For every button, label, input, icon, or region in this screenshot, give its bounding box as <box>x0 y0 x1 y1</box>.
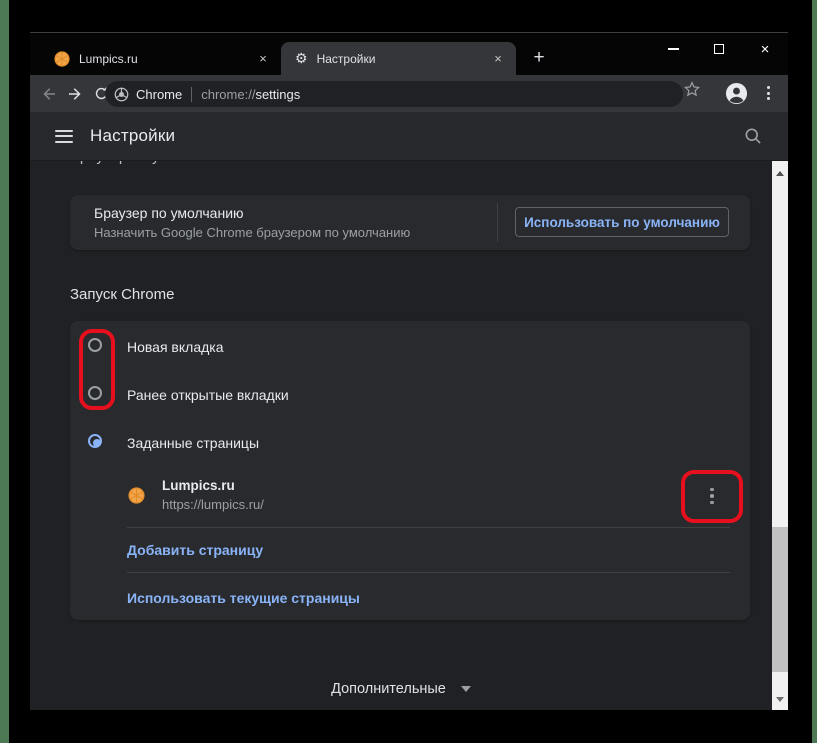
card-subtitle: Назначить Google Chrome браузером по умо… <box>94 225 410 240</box>
desktop-wallpaper-left <box>0 0 9 743</box>
bookmark-button[interactable] <box>683 80 701 103</box>
back-arrow-icon <box>40 85 58 103</box>
chevron-down-icon <box>461 686 471 692</box>
startup-section-heading: Запуск Chrome <box>70 286 174 303</box>
radio-new-tab[interactable] <box>88 338 102 352</box>
lumpics-orange-icon <box>54 51 70 67</box>
startup-card: Новая вкладка Ранее открытые вкладки Зад… <box>70 321 750 620</box>
omnibox-site-label: Chrome <box>136 87 182 102</box>
radio-label-specific-pages[interactable]: Заданные страницы <box>127 435 259 451</box>
back-button[interactable] <box>36 81 62 107</box>
advanced-toggle[interactable]: Дополнительные <box>30 679 772 699</box>
minimize-button[interactable] <box>650 33 696 65</box>
close-window-button[interactable]: × <box>742 33 788 65</box>
page-title: Настройки <box>90 126 175 146</box>
add-page-link[interactable]: Добавить страницу <box>127 542 263 558</box>
tab-strip: Lumpics.ru × ⚙ Настройки × + × <box>30 32 788 75</box>
three-dots-icon <box>767 86 770 89</box>
new-tab-button[interactable]: + <box>525 44 553 72</box>
scroll-down-icon[interactable] <box>776 697 784 702</box>
settings-content: Браузер по умолчанию Браузер по умолчани… <box>30 161 788 710</box>
browser-toolbar: Chrome chrome://settings <box>30 75 788 112</box>
forward-button[interactable] <box>62 81 88 107</box>
use-current-pages-link[interactable]: Использовать текущие страницы <box>127 590 360 606</box>
row-divider <box>127 572 730 573</box>
scrollbar-thumb[interactable] <box>772 527 788 672</box>
tab-close-icon[interactable]: × <box>489 50 507 68</box>
desktop-wallpaper-right <box>812 0 817 743</box>
forward-arrow-icon <box>66 85 84 103</box>
hamburger-icon <box>55 130 73 132</box>
omnibox-separator <box>191 87 192 102</box>
tab-lumpics[interactable]: Lumpics.ru × <box>38 42 281 75</box>
maximize-button[interactable] <box>696 33 742 65</box>
maximize-icon <box>714 44 724 54</box>
omnibox-url-scheme: chrome:// <box>201 87 255 102</box>
settings-header: Настройки <box>30 112 788 161</box>
omnibox-url-path: settings <box>255 87 300 102</box>
chrome-logo-icon <box>114 87 129 102</box>
lumpics-orange-icon <box>128 487 145 504</box>
star-icon <box>683 80 701 98</box>
tab-settings[interactable]: ⚙ Настройки × <box>281 42 516 75</box>
minimize-icon <box>668 48 679 50</box>
clipped-section-heading: Браузер по умолчанию <box>70 161 370 168</box>
browser-menu-button[interactable] <box>756 80 780 106</box>
settings-search-button[interactable] <box>743 126 763 151</box>
tab-title: Настройки <box>317 52 489 66</box>
red-annotation-kebab <box>681 470 743 523</box>
radio-label-previous-tabs[interactable]: Ранее открытые вкладки <box>127 387 289 403</box>
avatar-icon <box>725 82 748 105</box>
make-default-button[interactable]: Использовать по умолчанию <box>515 207 729 237</box>
page-entry-url: https://lumpics.ru/ <box>162 497 264 512</box>
chrome-window: Lumpics.ru × ⚙ Настройки × + × <box>30 32 788 710</box>
tab-title: Lumpics.ru <box>79 52 254 66</box>
page-entry-title: Lumpics.ru <box>162 478 235 493</box>
default-browser-card: Браузер по умолчанию Назначить Google Ch… <box>70 195 750 250</box>
advanced-label: Дополнительные <box>331 681 446 697</box>
radio-specific-pages[interactable] <box>88 434 102 448</box>
scrollbar[interactable] <box>772 161 788 710</box>
scroll-up-icon[interactable] <box>776 171 784 176</box>
profile-button[interactable] <box>722 79 750 107</box>
tab-close-icon[interactable]: × <box>254 50 272 68</box>
hamburger-menu-button[interactable] <box>55 130 73 143</box>
radio-previous-tabs[interactable] <box>88 386 102 400</box>
radio-label-new-tab[interactable]: Новая вкладка <box>127 339 224 355</box>
address-bar[interactable]: Chrome chrome://settings <box>105 81 683 107</box>
search-icon <box>743 126 763 146</box>
row-divider <box>127 527 730 528</box>
card-title: Браузер по умолчанию <box>94 205 244 221</box>
screenshot-canvas: Lumpics.ru × ⚙ Настройки × + × <box>0 0 817 743</box>
window-controls: × <box>650 33 788 65</box>
card-divider <box>497 203 498 242</box>
gear-icon: ⚙ <box>295 50 308 67</box>
close-icon: × <box>761 42 770 57</box>
